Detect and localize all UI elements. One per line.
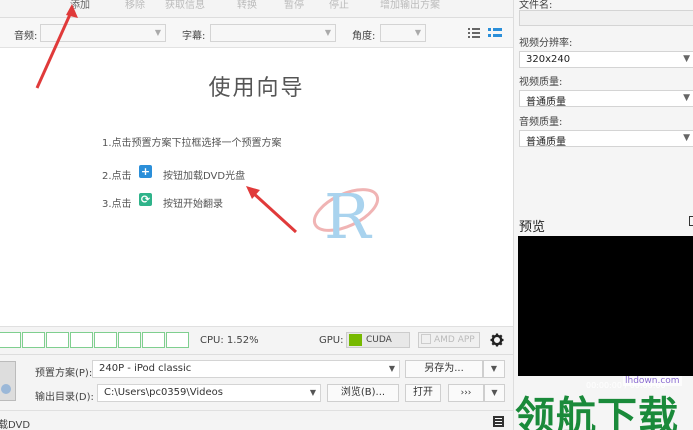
add-output-profile-button[interactable]: 增加输出方案 — [380, 0, 440, 11]
cpu-cell — [142, 332, 165, 348]
preview-video — [518, 236, 693, 376]
chevron-down-icon: ▼ — [324, 28, 331, 37]
chevron-down-icon: ▼ — [388, 364, 395, 373]
cuda-label: CUDA — [366, 335, 392, 345]
get-info-button[interactable]: 获取信息 — [165, 0, 205, 11]
gpu-label: GPU: — [319, 335, 344, 346]
cpu-usage: CPU: 1.52% — [200, 335, 259, 346]
gear-icon[interactable] — [490, 333, 504, 347]
cpu-cell — [166, 332, 189, 348]
audio-quality-label: 音频质量: — [519, 117, 563, 128]
status-bar: 载DVD — [0, 410, 513, 430]
cpu-cell — [46, 332, 69, 348]
guide-title: 使用向导 — [208, 76, 305, 101]
add-button[interactable]: 添加 — [70, 0, 90, 11]
save-as-dropdown-button[interactable]: ▼ — [483, 360, 505, 378]
chevron-down-icon: ▼ — [683, 54, 690, 64]
output-dir-select[interactable]: C:\Users\pc0359\Videos ▼ — [97, 384, 321, 402]
status-text: 载DVD — [0, 420, 31, 430]
video-quality-select[interactable]: 普通质量 ▼ — [519, 90, 693, 108]
r-logo-watermark: R — [312, 180, 380, 246]
browse-button[interactable]: 浏览(B)... — [327, 384, 399, 402]
guide-step-2-suffix: 按钮加载DVD光盘 — [163, 171, 246, 182]
watermark-text: 领航下载 — [515, 394, 679, 430]
preset-value: 240P - iPod classic — [99, 363, 192, 374]
cpu-cell — [118, 332, 141, 348]
preset-label: 预置方案(P): — [35, 368, 93, 379]
cpu-status-bar: CPU: 1.52% GPU: CUDA AMD APP — [0, 326, 513, 354]
detail-view-icon[interactable] — [488, 28, 502, 38]
send-to-device-button[interactable]: ››› — [448, 384, 484, 402]
cuda-button[interactable]: CUDA — [346, 332, 410, 348]
audio-quality-value: 普通质量 — [526, 137, 566, 148]
output-settings: 预置方案(P): 240P - iPod classic ▼ 另存为... ▼ … — [0, 354, 513, 410]
device-icon — [0, 361, 16, 401]
audio-quality-select[interactable]: 普通质量 ▼ — [519, 130, 693, 148]
chevron-down-icon: ▼ — [683, 133, 690, 143]
chevron-down-icon: ▼ — [414, 28, 421, 37]
chevron-down-icon: ▼ — [154, 28, 161, 37]
chevron-down-icon: ▼ — [309, 388, 316, 397]
svg-text:R: R — [324, 180, 373, 246]
audio-label: 音频: — [14, 31, 38, 42]
angle-label: 角度: — [352, 31, 376, 42]
toolbar: 添加 移除 获取信息 转换 暂停 停止 增加输出方案 — [0, 0, 513, 18]
cpu-cell — [22, 332, 45, 348]
resolution-select[interactable]: 320x240 ▼ — [519, 51, 693, 68]
resolution-value: 320x240 — [526, 54, 571, 65]
list-view-icon[interactable] — [468, 28, 480, 38]
cpu-cell — [94, 332, 117, 348]
video-quality-value: 普通质量 — [526, 97, 566, 108]
usage-guide-panel: 使用向导 1.点击预置方案下拉框选择一个预置方案 2.点击 + 按钮加载DVD光… — [0, 48, 513, 326]
stop-button[interactable]: 停止 — [329, 0, 349, 11]
site-watermark: lhdown.com 领航下载 — [513, 370, 693, 430]
convert-cycle-icon: ⟳ — [139, 193, 152, 206]
cpu-cell — [0, 332, 21, 348]
cpu-cell — [70, 332, 93, 348]
output-dir-value: C:\Users\pc0359\Videos — [104, 387, 223, 398]
guide-step-3-prefix: 3.点击 — [102, 199, 132, 210]
option-bar: 音频: ▼ 字幕: ▼ 角度: ▼ — [0, 18, 513, 48]
amd-icon — [421, 334, 431, 344]
resolution-label: 视频分辨率: — [519, 38, 573, 49]
log-icon[interactable] — [493, 416, 504, 427]
video-quality-label: 视频质量: — [519, 77, 563, 88]
amd-app-button[interactable]: AMD APP — [418, 332, 480, 348]
pause-button[interactable]: 暂停 — [284, 0, 304, 11]
guide-step-3-suffix: 按钮开始翻录 — [163, 199, 223, 210]
output-dir-label: 输出目录(D): — [35, 392, 94, 403]
properties-panel: 文件名: 视频分辨率: 320x240 ▼ 视频质量: 普通质量 ▼ 音频质量:… — [513, 0, 693, 430]
guide-step-2-prefix: 2.点击 — [102, 171, 132, 182]
amd-label: AMD APP — [434, 335, 475, 345]
convert-button[interactable]: 转换 — [237, 0, 257, 11]
send-to-device-dropdown-button[interactable]: ▼ — [484, 384, 505, 402]
save-as-button[interactable]: 另存为... — [405, 360, 483, 378]
guide-step-1: 1.点击预置方案下拉框选择一个预置方案 — [102, 138, 282, 149]
chevron-down-icon: ▼ — [683, 93, 690, 103]
angle-select[interactable]: ▼ — [380, 24, 426, 42]
nvidia-icon — [349, 334, 362, 346]
preview-label: 预览 — [519, 220, 546, 235]
open-button[interactable]: 打开 — [405, 384, 441, 402]
remove-button[interactable]: 移除 — [125, 0, 145, 11]
audio-select[interactable]: ▼ — [40, 24, 166, 42]
popout-icon[interactable] — [689, 216, 693, 226]
plus-icon: + — [139, 165, 152, 178]
subtitle-select[interactable]: ▼ — [210, 24, 336, 42]
subtitle-label: 字幕: — [182, 31, 206, 42]
preset-select[interactable]: 240P - iPod classic ▼ — [92, 360, 400, 378]
filename-input[interactable] — [519, 10, 693, 26]
device-wheel-icon — [1, 384, 11, 394]
